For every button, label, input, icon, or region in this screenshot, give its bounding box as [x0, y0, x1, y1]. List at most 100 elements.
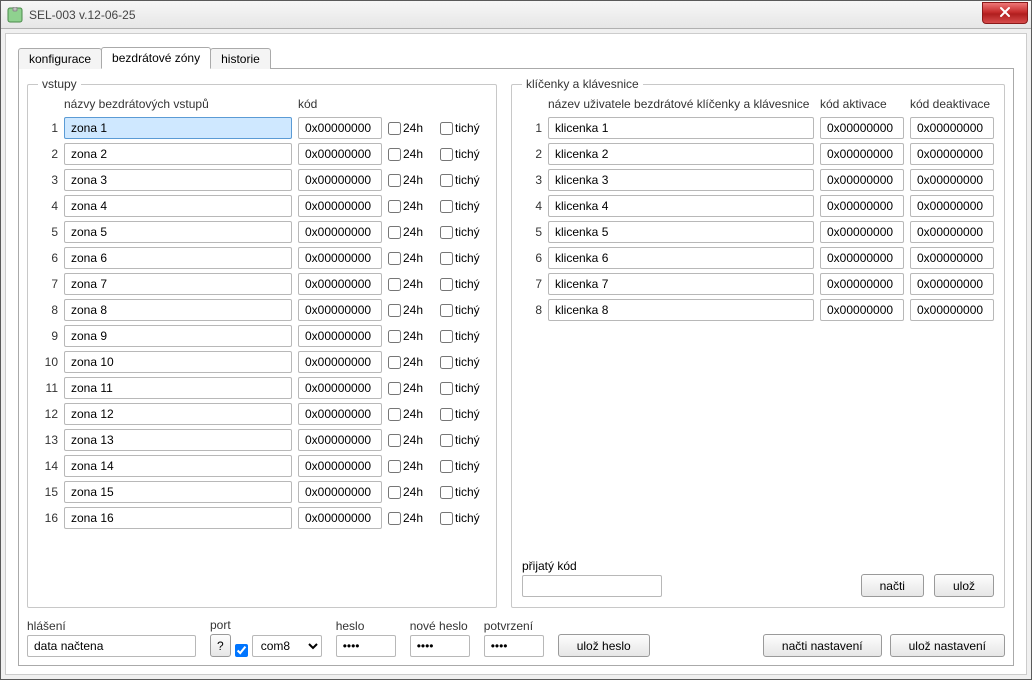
zone-code-input[interactable] — [298, 429, 382, 451]
zone-24h-checkbox[interactable] — [388, 460, 401, 473]
keyfob-deactivate-input[interactable] — [910, 143, 994, 165]
zone-silent-checkbox[interactable] — [440, 122, 453, 135]
zone-silent-checkbox[interactable] — [440, 460, 453, 473]
zone-silent-checkbox[interactable] — [440, 304, 453, 317]
zone-24h-checkbox[interactable] — [388, 330, 401, 343]
zone-code-input[interactable] — [298, 273, 382, 295]
zone-24h-checkbox[interactable] — [388, 408, 401, 421]
pw-field[interactable] — [336, 635, 396, 657]
zone-24h-checkbox[interactable] — [388, 252, 401, 265]
keyfob-name-input[interactable] — [548, 169, 814, 191]
zone-name-input[interactable] — [64, 299, 292, 321]
keyfob-activate-input[interactable] — [820, 221, 904, 243]
read-button[interactable]: načti — [861, 574, 924, 597]
zone-name-input[interactable] — [64, 481, 292, 503]
keyfob-activate-input[interactable] — [820, 143, 904, 165]
zone-name-input[interactable] — [64, 325, 292, 347]
zone-code-input[interactable] — [298, 325, 382, 347]
zone-code-input[interactable] — [298, 403, 382, 425]
zone-silent-checkbox[interactable] — [440, 330, 453, 343]
keyfob-deactivate-input[interactable] — [910, 195, 994, 217]
keyfob-name-input[interactable] — [548, 117, 814, 139]
zone-name-input[interactable] — [64, 429, 292, 451]
zone-24h-checkbox[interactable] — [388, 486, 401, 499]
zone-name-input[interactable] — [64, 247, 292, 269]
zone-name-input[interactable] — [64, 273, 292, 295]
keyfob-name-input[interactable] — [548, 247, 814, 269]
tab-historie[interactable]: historie — [210, 48, 271, 69]
keyfob-activate-input[interactable] — [820, 117, 904, 139]
zone-name-input[interactable] — [64, 221, 292, 243]
keyfob-activate-input[interactable] — [820, 247, 904, 269]
zone-name-input[interactable] — [64, 195, 292, 217]
zone-24h-checkbox[interactable] — [388, 174, 401, 187]
zone-silent-checkbox[interactable] — [440, 512, 453, 525]
keyfob-deactivate-input[interactable] — [910, 273, 994, 295]
zone-silent-checkbox[interactable] — [440, 278, 453, 291]
zone-24h-checkbox[interactable] — [388, 278, 401, 291]
zone-24h-checkbox[interactable] — [388, 434, 401, 447]
port-select[interactable]: com8 — [252, 635, 322, 657]
zone-silent-checkbox[interactable] — [440, 486, 453, 499]
zone-name-input[interactable] — [64, 455, 292, 477]
zone-name-input[interactable] — [64, 351, 292, 373]
keyfob-name-input[interactable] — [548, 143, 814, 165]
zone-code-input[interactable] — [298, 247, 382, 269]
tab-bezdratove-zony[interactable]: bezdrátové zóny — [101, 47, 211, 69]
zone-silent-checkbox[interactable] — [440, 174, 453, 187]
zone-code-input[interactable] — [298, 299, 382, 321]
zone-silent-checkbox[interactable] — [440, 382, 453, 395]
confirm-field[interactable] — [484, 635, 544, 657]
help-button[interactable]: ? — [210, 634, 231, 657]
tab-konfigurace[interactable]: konfigurace — [18, 48, 102, 69]
zone-code-input[interactable] — [298, 507, 382, 529]
keyfob-activate-input[interactable] — [820, 273, 904, 295]
zone-code-input[interactable] — [298, 455, 382, 477]
keyfob-deactivate-input[interactable] — [910, 247, 994, 269]
keyfob-deactivate-input[interactable] — [910, 221, 994, 243]
keyfob-name-input[interactable] — [548, 299, 814, 321]
zone-name-input[interactable] — [64, 507, 292, 529]
newpw-field[interactable] — [410, 635, 470, 657]
zone-code-input[interactable] — [298, 143, 382, 165]
zone-24h-checkbox[interactable] — [388, 304, 401, 317]
zone-24h-checkbox[interactable] — [388, 226, 401, 239]
zone-silent-checkbox[interactable] — [440, 148, 453, 161]
zone-silent-checkbox[interactable] — [440, 408, 453, 421]
zone-24h-checkbox[interactable] — [388, 148, 401, 161]
zone-24h-checkbox[interactable] — [388, 356, 401, 369]
zone-code-input[interactable] — [298, 117, 382, 139]
zone-name-input[interactable] — [64, 143, 292, 165]
zone-code-input[interactable] — [298, 377, 382, 399]
keyfob-activate-input[interactable] — [820, 299, 904, 321]
zone-silent-checkbox[interactable] — [440, 226, 453, 239]
keyfob-name-input[interactable] — [548, 221, 814, 243]
keyfob-deactivate-input[interactable] — [910, 299, 994, 321]
zone-name-input[interactable] — [64, 169, 292, 191]
zone-name-input[interactable] — [64, 377, 292, 399]
save-button[interactable]: ulož — [934, 574, 994, 597]
zone-silent-checkbox[interactable] — [440, 200, 453, 213]
close-button[interactable] — [982, 2, 1028, 24]
zone-code-input[interactable] — [298, 169, 382, 191]
zone-24h-checkbox[interactable] — [388, 122, 401, 135]
status-field[interactable] — [27, 635, 196, 657]
read-settings-button[interactable]: načti nastavení — [763, 634, 882, 657]
zone-silent-checkbox[interactable] — [440, 356, 453, 369]
zone-24h-checkbox[interactable] — [388, 200, 401, 213]
keyfob-activate-input[interactable] — [820, 169, 904, 191]
zone-code-input[interactable] — [298, 221, 382, 243]
zone-code-input[interactable] — [298, 481, 382, 503]
keyfob-activate-input[interactable] — [820, 195, 904, 217]
zone-silent-checkbox[interactable] — [440, 434, 453, 447]
zone-24h-checkbox[interactable] — [388, 382, 401, 395]
zone-code-input[interactable] — [298, 195, 382, 217]
save-password-button[interactable]: ulož heslo — [558, 634, 650, 657]
keyfob-name-input[interactable] — [548, 195, 814, 217]
keyfob-name-input[interactable] — [548, 273, 814, 295]
port-enable-checkbox[interactable] — [235, 644, 248, 657]
zone-code-input[interactable] — [298, 351, 382, 373]
keyfob-deactivate-input[interactable] — [910, 169, 994, 191]
received-code-input[interactable] — [522, 575, 662, 597]
save-settings-button[interactable]: ulož nastavení — [890, 634, 1005, 657]
